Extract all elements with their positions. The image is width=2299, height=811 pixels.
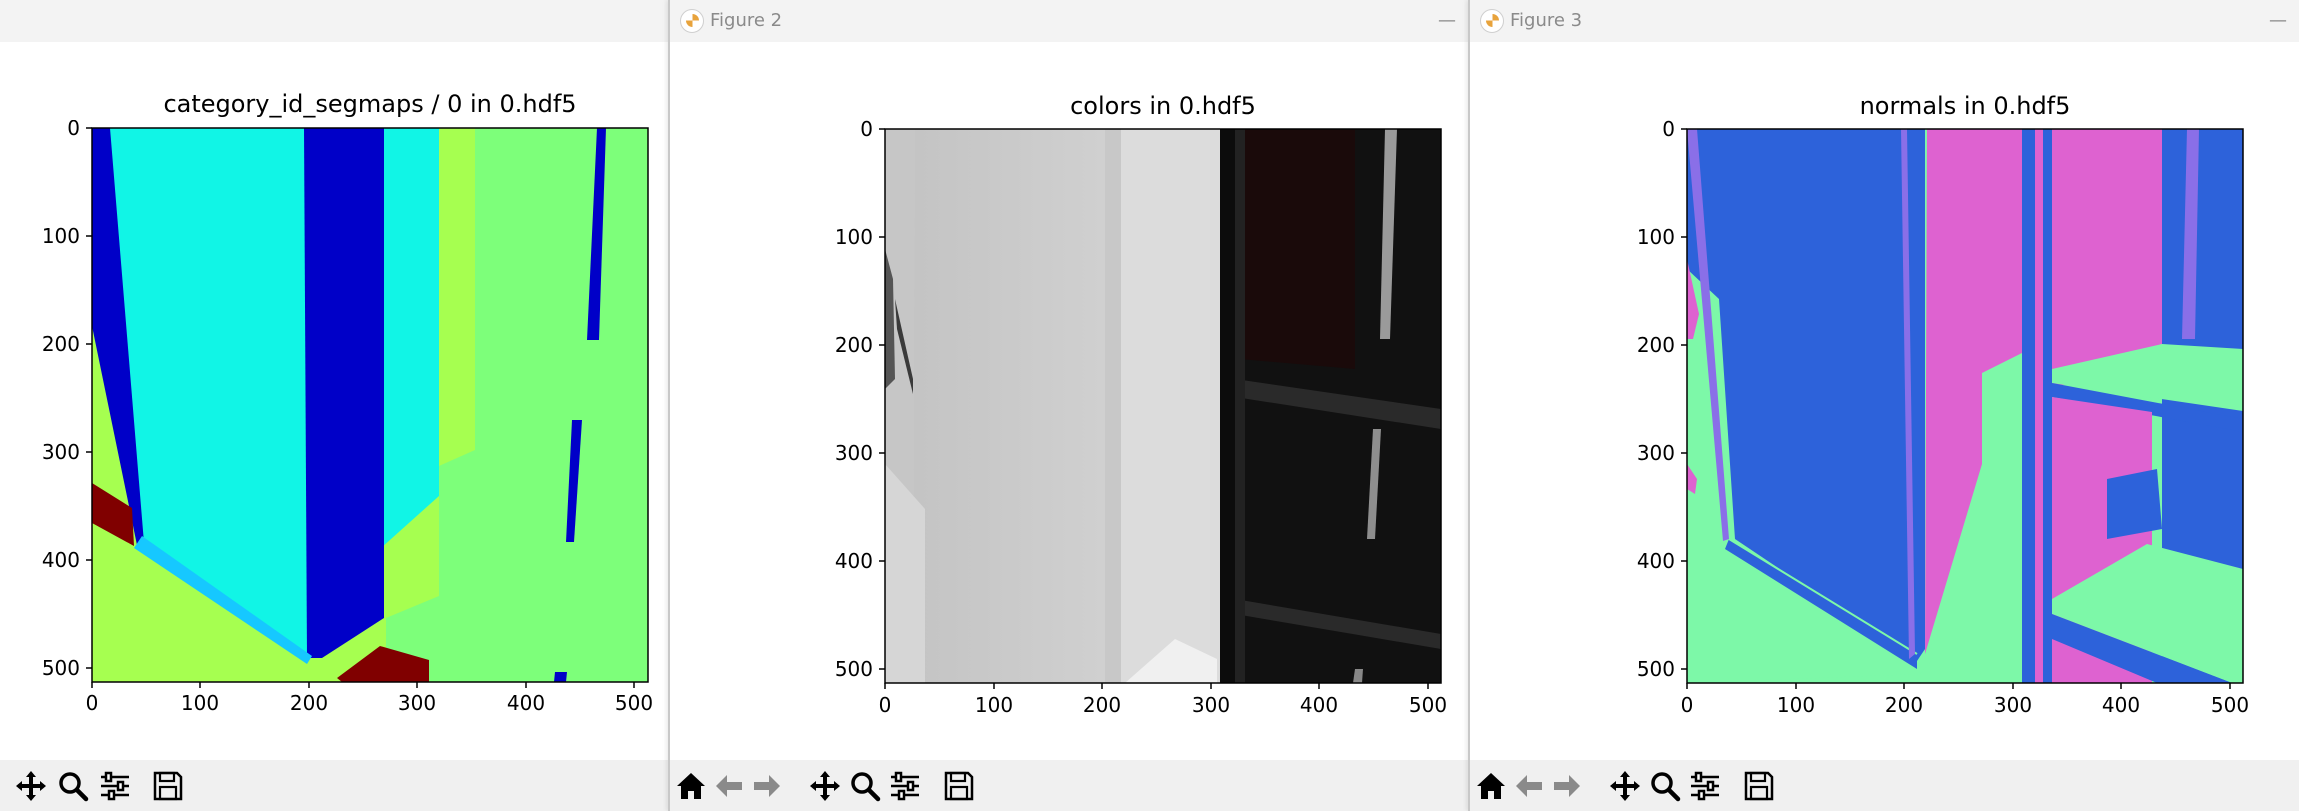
configure-icon[interactable]: [1688, 769, 1722, 803]
y-tick-label: 100: [835, 225, 873, 249]
x-tick-label: 0: [86, 691, 99, 715]
x-tick-label: 300: [1994, 693, 2032, 717]
y-tick-label: 300: [835, 441, 873, 465]
save-icon[interactable]: [151, 769, 185, 803]
move-icon[interactable]: [14, 769, 48, 803]
x-tick-label: 300: [1192, 693, 1230, 717]
y-tick-label: 0: [1662, 120, 1675, 141]
x-tick-label: 100: [181, 691, 219, 715]
zoom-icon[interactable]: [848, 769, 882, 803]
back-icon[interactable]: [1512, 769, 1546, 803]
plot-title: colors in 0.hdf5: [1070, 92, 1256, 120]
segmentation-plot: 0 100 200 300 400 500 0 100 200 300 400 …: [42, 120, 653, 715]
y-tick-label: 500: [1637, 657, 1675, 681]
y-tick-label: 200: [1637, 333, 1675, 357]
y-tick-label: 400: [835, 549, 873, 573]
toolbar: [670, 760, 1470, 811]
x-tick-label: 300: [398, 691, 436, 715]
forward-icon[interactable]: [1550, 769, 1584, 803]
toolbar: [0, 760, 668, 811]
x-tick-label: 500: [2211, 693, 2249, 717]
y-tick-label: 200: [42, 332, 80, 356]
configure-icon[interactable]: [98, 769, 132, 803]
x-tick-label: 200: [290, 691, 328, 715]
y-tick-label: 200: [835, 333, 873, 357]
y-tick-label: 100: [1637, 225, 1675, 249]
home-icon[interactable]: [1474, 769, 1508, 803]
save-icon[interactable]: [942, 769, 976, 803]
x-tick-label: 200: [1083, 693, 1121, 717]
color-image: [885, 129, 1441, 683]
x-tick-label: 0: [879, 693, 892, 717]
y-tick-label: 500: [835, 657, 873, 681]
x-tick-label: 500: [1409, 693, 1447, 717]
configure-icon[interactable]: [888, 769, 922, 803]
y-tick-label: 500: [42, 656, 80, 680]
matplotlib-app-icon: [680, 9, 704, 33]
x-tick-label: 400: [2102, 693, 2140, 717]
plot-title: normals in 0.hdf5: [1859, 92, 2071, 120]
x-axis: 0 100 200 300 400 500: [86, 682, 653, 715]
window-title: Figure 2: [710, 10, 783, 31]
y-tick-label: 400: [1637, 549, 1675, 573]
figure-window-1: category_id_segmaps / 0 in 0.hdf5 0 100 …: [0, 0, 668, 811]
x-tick-label: 100: [975, 693, 1013, 717]
title-bar[interactable]: [0, 0, 668, 42]
y-tick-label: 0: [67, 120, 80, 140]
y-tick-label: 400: [42, 548, 80, 572]
move-icon[interactable]: [1608, 769, 1642, 803]
x-tick-label: 500: [615, 691, 653, 715]
forward-icon[interactable]: [750, 769, 784, 803]
home-icon[interactable]: [674, 769, 708, 803]
y-tick-label: 0: [860, 120, 873, 141]
normals-image: [1687, 129, 2243, 683]
y-axis: 0 100 200 300 400 500: [42, 120, 92, 680]
colors-plot: 0 100 200 300 400 500 0 100 200 300 400 …: [835, 120, 1447, 717]
plot-title: category_id_segmaps / 0 in 0.hdf5: [163, 90, 577, 118]
minimize-button[interactable]: —: [2269, 10, 2287, 31]
zoom-icon[interactable]: [1648, 769, 1682, 803]
window-title: Figure 3: [1510, 10, 1583, 31]
y-tick-label: 300: [42, 440, 80, 464]
normals-plot: 0 100 200 300 400 500 0 100 200 300 400 …: [1637, 120, 2249, 717]
y-tick-label: 300: [1637, 441, 1675, 465]
x-tick-label: 400: [507, 691, 545, 715]
figure-window-2: Figure 2 — colors in 0.hdf5 0 100 200 30…: [668, 0, 1470, 811]
figure-window-3: Figure 3 — normals in 0.hdf5 0 100 200 3…: [1468, 0, 2299, 811]
matplotlib-app-icon: [1480, 9, 1504, 33]
x-axis: 0 100 200 300 400 500: [879, 683, 1447, 717]
minimize-button[interactable]: —: [1438, 10, 1456, 31]
y-tick-label: 100: [42, 224, 80, 248]
y-axis: 0 100 200 300 400 500: [835, 120, 885, 681]
x-tick-label: 100: [1777, 693, 1815, 717]
title-bar[interactable]: Figure 2 —: [670, 0, 1470, 42]
title-bar[interactable]: Figure 3 —: [1470, 0, 2299, 42]
segmap-image: [92, 128, 648, 682]
move-icon[interactable]: [808, 769, 842, 803]
back-icon[interactable]: [712, 769, 746, 803]
save-icon[interactable]: [1742, 769, 1776, 803]
zoom-icon[interactable]: [56, 769, 90, 803]
x-tick-label: 400: [1300, 693, 1338, 717]
x-axis: 0 100 200 300 400 500: [1681, 683, 2249, 717]
x-tick-label: 200: [1885, 693, 1923, 717]
toolbar: [1470, 760, 2299, 811]
y-axis: 0 100 200 300 400 500: [1637, 120, 1687, 681]
x-tick-label: 0: [1681, 693, 1694, 717]
